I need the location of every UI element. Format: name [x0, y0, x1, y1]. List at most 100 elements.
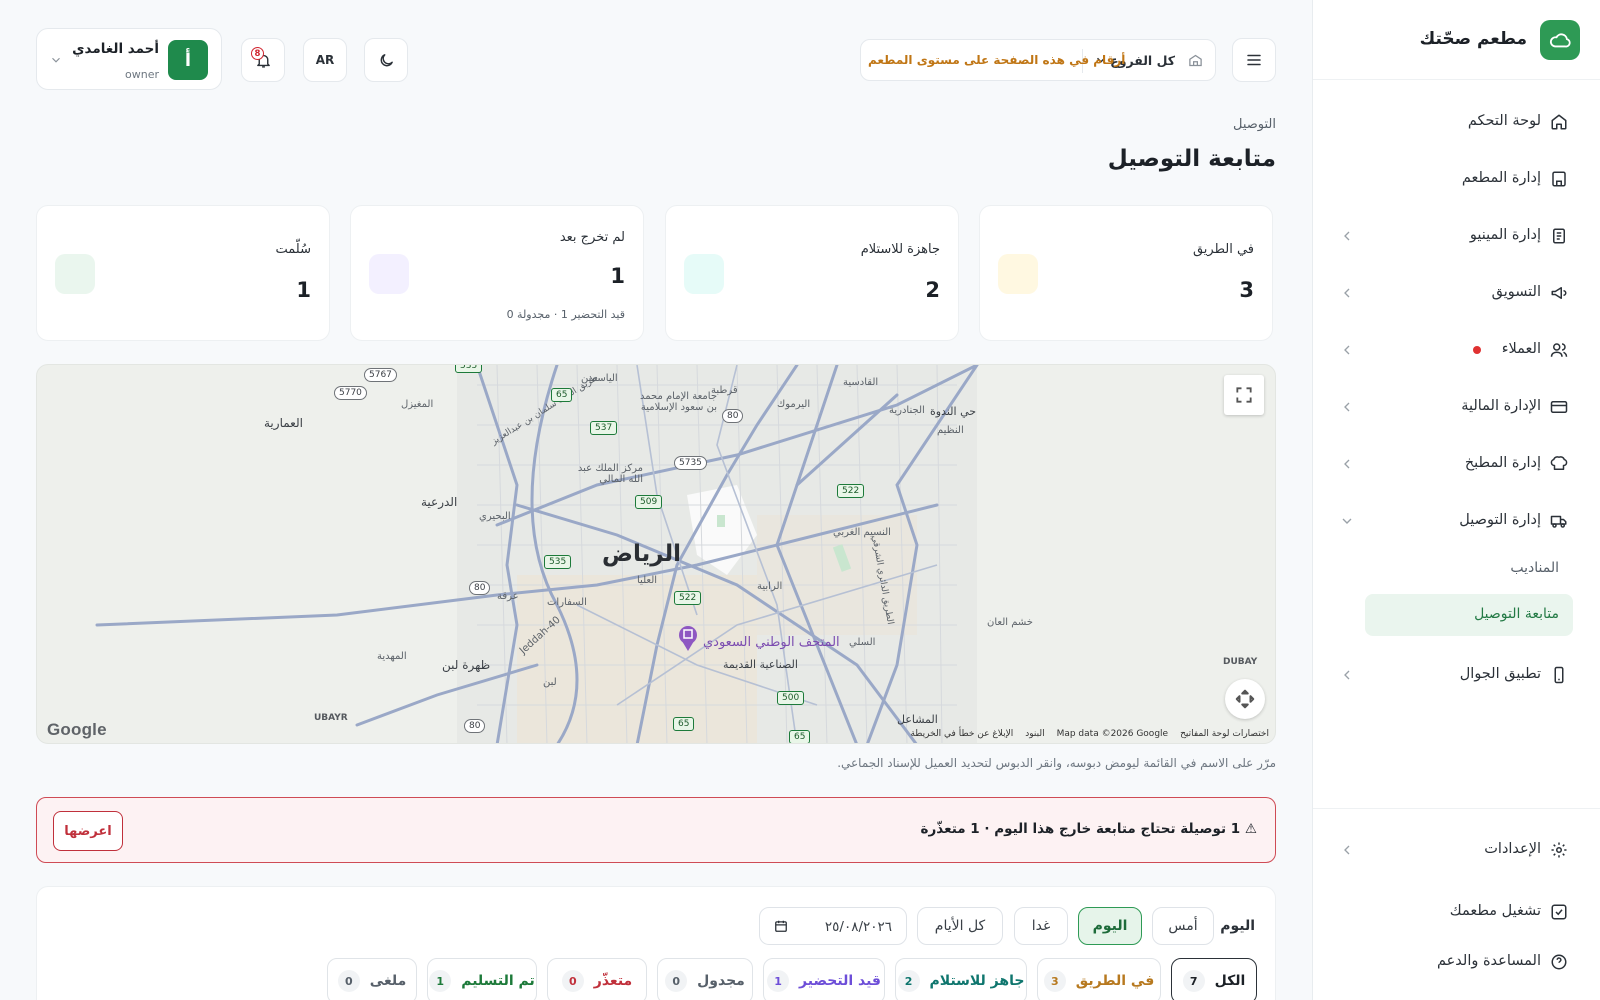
status-tab-delivered[interactable]: تم التسليم 1 [427, 958, 537, 1000]
stat-card-on-the-way: في الطريق 3 [979, 205, 1273, 341]
chevron-down-icon[interactable] [1339, 513, 1355, 529]
sidebar-item-marketing[interactable]: التسويق [1329, 271, 1585, 315]
credit-card-icon [1549, 397, 1569, 417]
date-value: ٢٥/٠٨/٢٠٢٦ [824, 919, 892, 935]
branch-selector[interactable]: كل الفروع أرقام في هذه الصفحة على مستوى … [860, 39, 1216, 81]
show-deliveries-button[interactable]: اعرضها [53, 811, 123, 851]
status-tab-cancelled[interactable]: ملغى 0 [327, 958, 417, 1000]
status-tab-ready[interactable]: جاهز للاستلام 2 [895, 958, 1027, 1000]
stat-card-delivered: سُلّمت 1 [36, 205, 330, 341]
sidebar-subitem-label: متابعة التوصيل [1474, 606, 1559, 622]
sidebar-item-delivery[interactable]: إدارة التوصيل [1329, 499, 1585, 543]
map-attribution-item[interactable]: الإبلاغ عن خطأ في الخريطة [910, 729, 1013, 739]
sidebar-item-label: تطبيق الجوال [1459, 666, 1541, 682]
day-filter-tomorrow[interactable]: غدا [1014, 907, 1068, 945]
stat-subtext: قيد التحضير 1 · مجدولة 0 [506, 308, 625, 321]
move-arrows-icon [1234, 688, 1256, 710]
user-menu[interactable]: أ أحمد الغامدي owner [36, 28, 222, 90]
day-filter-yesterday[interactable]: أمس [1152, 907, 1214, 945]
chevron-left-icon[interactable] [1339, 342, 1355, 358]
alert-text: ⚠ 1 توصيلة تحتاج متابعة خارج هذا اليوم ·… [920, 821, 1257, 837]
sidebar-item-dashboard[interactable]: لوحة التحكم [1329, 100, 1585, 144]
sidebar-item-kitchen[interactable]: إدارة المطبخ [1329, 442, 1585, 486]
status-tab-preparing[interactable]: قيد التحضير 1 [763, 958, 885, 1000]
notifications-button[interactable]: 8 [241, 38, 285, 82]
chevron-left-icon[interactable] [1339, 285, 1355, 301]
sidebar-item-finance[interactable]: الإدارة المالية [1329, 385, 1585, 429]
stat-label: لم تخرج بعد [559, 230, 625, 245]
sidebar-subitem-delivery-tracking[interactable]: متابعة التوصيل [1365, 594, 1573, 636]
day-filter-all-days[interactable]: كل الأيام [917, 907, 1003, 945]
map-label: لبن [543, 677, 557, 688]
sidebar-item-help[interactable]: المساعدة والدعم [1329, 940, 1585, 984]
status-tab-count: 1 [767, 970, 790, 992]
status-tab-label: متعذّر [593, 973, 633, 989]
sidebar-item-label: العملاء [1501, 341, 1541, 357]
language-button[interactable]: AR [303, 38, 347, 82]
sidebar-item-run-restaurant[interactable]: تشغيل مطعمك [1329, 890, 1585, 934]
stat-label: جاهزة للاستلام [860, 242, 940, 257]
map-attribution-item[interactable]: البنود [1025, 729, 1044, 739]
truck-icon [1549, 511, 1569, 531]
chevron-left-icon[interactable] [1339, 228, 1355, 244]
sidebar-subitem-drivers[interactable]: المناديب [1365, 548, 1573, 590]
fullscreen-icon [1234, 385, 1254, 405]
chevron-left-icon[interactable] [1339, 399, 1355, 415]
map-attribution: اختصارات لوحة المفاتيح Map data ©2026 Go… [910, 729, 1269, 739]
sidebar-item-settings[interactable]: الإعدادات [1329, 828, 1585, 872]
chevron-left-icon[interactable] [1339, 667, 1355, 683]
map-label: مركز الملك عبد الله المالي [577, 463, 643, 485]
sidebar-item-menu[interactable]: إدارة المينيو [1329, 214, 1585, 258]
road-shield: 5735 [674, 456, 707, 470]
map-pan-control[interactable] [1225, 679, 1265, 719]
status-tab-count: 0 [337, 970, 360, 992]
help-circle-icon [1549, 952, 1569, 972]
chevron-down-icon[interactable] [49, 53, 63, 67]
chevron-left-icon[interactable] [1339, 456, 1355, 472]
status-tab-failed[interactable]: متعذّر 0 [547, 958, 647, 1000]
stat-color-swatch [369, 254, 409, 294]
stat-value: 1 [610, 264, 625, 288]
status-tab-scheduled[interactable]: مجدول 0 [657, 958, 753, 1000]
stat-value: 1 [296, 278, 311, 302]
road-shield: 65 [673, 717, 695, 731]
map-label: السلي [849, 637, 876, 648]
map-label: اليرموك [777, 399, 811, 410]
status-tab-label: قيد التحضير [799, 973, 881, 989]
map-poi-label[interactable]: المتحف الوطني السعودي [703, 635, 840, 650]
store-icon [1549, 169, 1569, 189]
road-shield: 80 [469, 581, 491, 595]
map-attribution-item[interactable]: اختصارات لوحة المفاتيح [1180, 729, 1269, 739]
sidebar-item-mobile-app[interactable]: تطبيق الجوال [1329, 653, 1585, 697]
date-picker[interactable]: ٢٥/٠٨/٢٠٢٦ [759, 907, 907, 945]
status-tab-count: 2 [897, 970, 920, 992]
user-role: owner [125, 68, 159, 81]
sidebar: مطعم صحّتك لوحة التحكم إدارة المطعم إدار… [1312, 0, 1600, 1000]
follow-up-alert: ⚠ 1 توصيلة تحتاج متابعة خارج هذا اليوم ·… [36, 797, 1276, 863]
breadcrumb[interactable]: التوصيل [1233, 117, 1276, 132]
theme-toggle-button[interactable] [364, 38, 408, 82]
map-label: المشاعل [897, 713, 938, 726]
map-fullscreen-button[interactable] [1224, 375, 1264, 415]
sidebar-item-customers[interactable]: العملاء [1329, 328, 1585, 372]
sidebar-item-restaurant[interactable]: إدارة المطعم [1329, 157, 1585, 201]
status-tab-on-the-way[interactable]: في الطريق 3 [1037, 958, 1161, 1000]
chevron-left-icon[interactable] [1339, 842, 1355, 858]
filters-panel: اليوم أمس اليوم غدا كل الأيام ٢٥/٠٨/٢٠٢٦… [36, 886, 1276, 1000]
status-tab-label: ملغى [369, 973, 407, 989]
map-label: النسيم الغربي [833, 527, 891, 538]
menu-toggle-button[interactable] [1232, 38, 1276, 82]
map-label: الرابية [757, 581, 783, 592]
stat-card-ready-for-pickup: جاهزة للاستلام 2 [665, 205, 959, 341]
status-tab-count: 1 [429, 970, 452, 992]
road-shield: 65 [789, 730, 811, 743]
stat-color-swatch [998, 254, 1038, 294]
delivery-map[interactable]: الرياض المتحف الوطني السعودي العمارية ال… [36, 364, 1276, 744]
calendar-icon [774, 919, 788, 933]
menu-book-icon [1549, 226, 1569, 246]
home-icon [1549, 112, 1569, 132]
brand: مطعم صحّتك [1313, 0, 1600, 80]
day-filter-today[interactable]: اليوم [1078, 907, 1142, 945]
sidebar-item-label: إدارة المطعم [1461, 170, 1541, 186]
status-tab-all[interactable]: الكل 7 [1171, 958, 1257, 1000]
